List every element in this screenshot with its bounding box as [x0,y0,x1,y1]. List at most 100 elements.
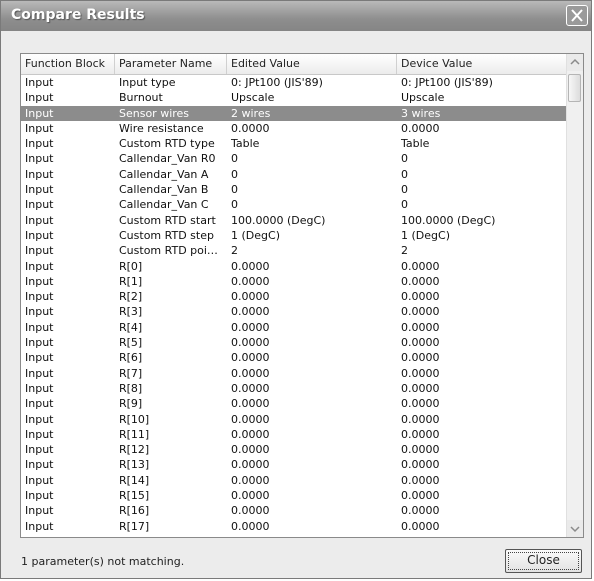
cell-function-block: Input [25,244,54,258]
cell-parameter-name: R[3] [119,305,143,319]
cell-edited-value: Upscale [231,91,275,105]
table-row[interactable]: Input R[9] 0.0000 0.0000 [21,396,568,411]
title-bar[interactable]: Compare Results [1,1,591,31]
table-row[interactable]: Input Callendar_Van R0 0 0 [21,151,568,166]
cell-device-value: 0.0000 [401,336,440,350]
cell-parameter-name: R[16] [119,504,150,518]
column-header-device-value[interactable]: Device Value [397,54,568,74]
status-text: 1 parameter(s) not matching. [21,555,185,568]
table-row[interactable]: Input R[14] 0.0000 0.0000 [21,473,568,488]
close-button[interactable]: Close [505,549,582,573]
cell-parameter-name: Burnout [119,91,163,105]
table-row[interactable]: Input R[4] 0.0000 0.0000 [21,320,568,335]
cell-edited-value: 0.0000 [231,320,270,334]
table-row[interactable]: Input Input type 0: JPt100 (JIS'89) 0: JPt1… [21,75,568,90]
table-row[interactable]: Input R[3] 0.0000 0.0000 [21,304,568,319]
cell-edited-value: 0.0000 [231,274,270,288]
table-row[interactable]: Input Callendar_Van C 0 0 [21,197,568,212]
table-row[interactable]: Input Custom RTD step 1 (DegC) 1 (DegC) [21,228,568,243]
cell-edited-value: Table [231,137,260,151]
cell-function-block: Input [25,121,54,135]
cell-edited-value: 0: JPt100 (JIS'89) [231,76,323,89]
cell-device-value: 0.0000 [401,259,440,273]
cell-edited-value: 0.0000 [231,504,270,518]
compare-results-list[interactable]: Function Block Parameter Name Edited Val… [20,53,584,538]
table-row[interactable]: Input R[13] 0.0000 0.0000 [21,457,568,472]
table-row[interactable]: Input R[1] 0.0000 0.0000 [21,274,568,289]
table-row[interactable]: Input R[8] 0.0000 0.0000 [21,381,568,396]
table-row[interactable]: Input R[6] 0.0000 0.0000 [21,350,568,365]
scrollbar-thumb[interactable] [568,74,581,102]
table-row[interactable]: Input R[7] 0.0000 0.0000 [21,366,568,381]
cell-edited-value: 2 [231,244,238,258]
cell-parameter-name: R[2] [119,290,143,304]
cell-function-block: Input [25,351,54,365]
table-row[interactable]: Input Callendar_Van B 0 0 [21,182,568,197]
cell-device-value: 0.0000 [401,458,440,472]
vertical-scrollbar[interactable] [566,54,583,537]
cell-parameter-name: Sensor wires [119,106,190,120]
column-header-function-block[interactable]: Function Block [21,54,115,74]
cell-parameter-name: R[12] [119,443,150,457]
cell-function-block: Input [25,274,54,288]
cell-device-value: 3 wires [401,106,441,120]
table-row[interactable]: Input Custom RTD start 100.0000 (DegC) 100.… [21,213,568,228]
table-row[interactable]: Input Burnout Upscale Upscale [21,90,568,105]
cell-parameter-name: Callendar_Van C [119,198,209,212]
table-row[interactable]: Input R[2] 0.0000 0.0000 [21,289,568,304]
cell-function-block: Input [25,489,54,503]
table-row[interactable]: Input Custom RTD type Table Table [21,136,568,151]
table-row[interactable]: Input Wire resistance 0.0000 0.0000 [21,121,568,136]
table-row[interactable]: Input R[12] 0.0000 0.0000 [21,442,568,457]
cell-device-value: 0.0000 [401,274,440,288]
cell-device-value: 0.0000 [401,290,440,304]
cell-function-block: Input [25,290,54,304]
cell-device-value: 0 [401,198,408,212]
cell-device-value: 0.0000 [401,443,440,457]
cell-parameter-name: Wire resistance [119,121,204,135]
cell-device-value: 0 [401,152,408,166]
cell-function-block: Input [25,198,54,212]
cell-parameter-name: Callendar_Van R0 [119,152,216,166]
cell-function-block: Input [25,320,54,334]
compare-results-dialog: Compare Results Function Block Parameter… [0,0,592,579]
cell-edited-value: 0 [231,167,238,181]
cell-parameter-name: R[7] [119,366,143,380]
cell-edited-value: 0.0000 [231,259,270,273]
cell-device-value: 0.0000 [401,427,440,441]
cell-device-value: 0.0000 [401,121,440,135]
title-close-button[interactable] [566,5,588,26]
table-row[interactable]: Input R[10] 0.0000 0.0000 [21,412,568,427]
column-header-parameter-name[interactable]: Parameter Name [115,54,227,74]
table-row[interactable]: Input R[17] 0.0000 0.0000 [21,519,568,534]
cell-parameter-name: Custom RTD type [119,137,215,151]
scroll-up-button[interactable] [567,54,583,71]
cell-edited-value: 0.0000 [231,397,270,411]
cell-device-value: 0.0000 [401,397,440,411]
cell-edited-value: 0.0000 [231,351,270,365]
cell-function-block: Input [25,213,54,227]
cell-function-block: Input [25,473,54,487]
cell-function-block: Input [25,458,54,472]
table-row[interactable]: Input Callendar_Van A 0 0 [21,167,568,182]
table-row[interactable]: Input Custom RTD poi… 2 2 [21,243,568,258]
cell-edited-value: 0 [231,183,238,197]
cell-function-block: Input [25,106,54,120]
table-row[interactable]: Input R[0] 0.0000 0.0000 [21,259,568,274]
window-title: Compare Results [11,7,145,23]
cell-parameter-name: R[14] [119,473,150,487]
column-header-edited-value[interactable]: Edited Value [227,54,397,74]
cell-function-block: Input [25,397,54,411]
cell-edited-value: 0.0000 [231,427,270,441]
table-row[interactable]: Input R[16] 0.0000 0.0000 [21,503,568,518]
table-row[interactable]: Input R[15] 0.0000 0.0000 [21,488,568,503]
cell-function-block: Input [25,152,54,166]
chevron-up-icon [570,58,580,65]
table-row[interactable]: Input Sensor wires 2 wires 3 wires [21,105,568,121]
cell-parameter-name: Custom RTD step [119,228,214,242]
cell-device-value: 0.0000 [401,519,440,533]
table-row[interactable]: Input R[5] 0.0000 0.0000 [21,335,568,350]
cell-edited-value: 0.0000 [231,366,270,380]
scroll-down-button[interactable] [567,520,583,537]
table-row[interactable]: Input R[11] 0.0000 0.0000 [21,427,568,442]
